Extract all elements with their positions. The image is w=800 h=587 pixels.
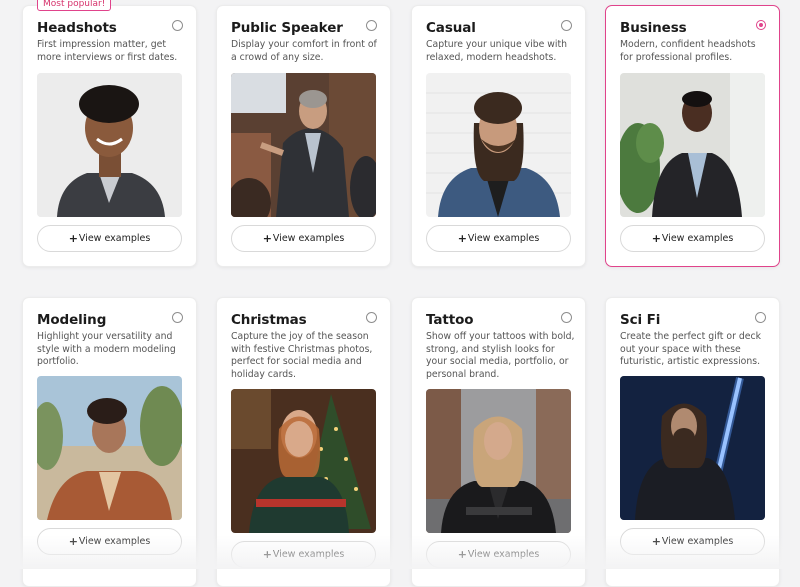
view-examples-button[interactable]: + View examples — [231, 225, 376, 252]
select-radio[interactable] — [366, 312, 377, 323]
tattoo-photo — [426, 389, 571, 533]
plus-icon: + — [457, 548, 467, 561]
card-description: Modern, confident headshots for professi… — [620, 39, 756, 63]
business-photo — [620, 73, 765, 217]
select-radio[interactable] — [561, 20, 572, 31]
style-card-sci-fi[interactable]: Sci Fi Create the perfect gift or deck o… — [605, 297, 780, 587]
select-radio[interactable] — [755, 312, 766, 323]
card-title: Business — [620, 20, 687, 36]
style-card-casual[interactable]: Casual Capture your unique vibe with rel… — [411, 5, 586, 267]
card-title: Headshots — [37, 20, 117, 36]
plus-icon: + — [651, 535, 661, 548]
card-title: Sci Fi — [620, 312, 661, 328]
card-description: Display your comfort in front of a crowd… — [231, 39, 377, 63]
select-radio[interactable] — [756, 20, 766, 30]
view-examples-button[interactable]: + View examples — [620, 225, 765, 252]
public-speaker-photo — [231, 73, 376, 217]
style-card-tattoo[interactable]: Tattoo Show off your tattoos with bold, … — [411, 297, 586, 587]
card-description: Capture the joy of the season with festi… — [231, 331, 373, 380]
plus-icon: + — [262, 548, 272, 561]
card-title: Public Speaker — [231, 20, 343, 36]
card-title: Tattoo — [426, 312, 474, 328]
style-card-headshots[interactable]: Most popular! Headshots First impression… — [22, 0, 197, 267]
sci-fi-photo — [620, 376, 765, 520]
select-radio[interactable] — [172, 20, 183, 31]
view-examples-button[interactable]: + View examples — [426, 541, 571, 568]
card-description: Create the perfect gift or deck out your… — [620, 331, 761, 368]
style-card-modeling[interactable]: Modeling Highlight your versatility and … — [22, 297, 197, 587]
select-radio[interactable] — [561, 312, 572, 323]
style-card-christmas[interactable]: Christmas Capture the joy of the season … — [216, 297, 391, 587]
select-radio[interactable] — [172, 312, 183, 323]
view-examples-button[interactable]: + View examples — [426, 225, 571, 252]
card-title: Christmas — [231, 312, 307, 328]
plus-icon: + — [457, 232, 467, 245]
view-examples-button[interactable]: + View examples — [37, 528, 182, 555]
card-description: Show off your tattoos with bold, strong,… — [426, 331, 575, 380]
most-popular-badge: Most popular! — [37, 0, 112, 11]
plus-icon: + — [651, 232, 661, 245]
card-description: Capture your unique vibe with relaxed, m… — [426, 39, 568, 63]
modeling-photo — [37, 376, 182, 520]
plus-icon: + — [68, 232, 78, 245]
select-radio[interactable] — [366, 20, 377, 31]
view-examples-button[interactable]: + View examples — [620, 528, 765, 555]
card-title: Casual — [426, 20, 476, 36]
style-card-business[interactable]: Business Modern, confident headshots for… — [605, 5, 780, 267]
card-title: Modeling — [37, 312, 107, 328]
headshots-photo — [37, 73, 182, 217]
style-card-public-speaker[interactable]: Public Speaker Display your comfort in f… — [216, 5, 391, 267]
card-description: First impression matter, get more interv… — [37, 39, 178, 63]
card-description: Highlight your versatility and style wit… — [37, 331, 176, 368]
plus-icon: + — [262, 232, 272, 245]
casual-photo — [426, 73, 571, 217]
plus-icon: + — [68, 535, 78, 548]
view-examples-button[interactable]: + View examples — [231, 541, 376, 568]
christmas-photo — [231, 389, 376, 533]
view-examples-button[interactable]: + View examples — [37, 225, 182, 252]
